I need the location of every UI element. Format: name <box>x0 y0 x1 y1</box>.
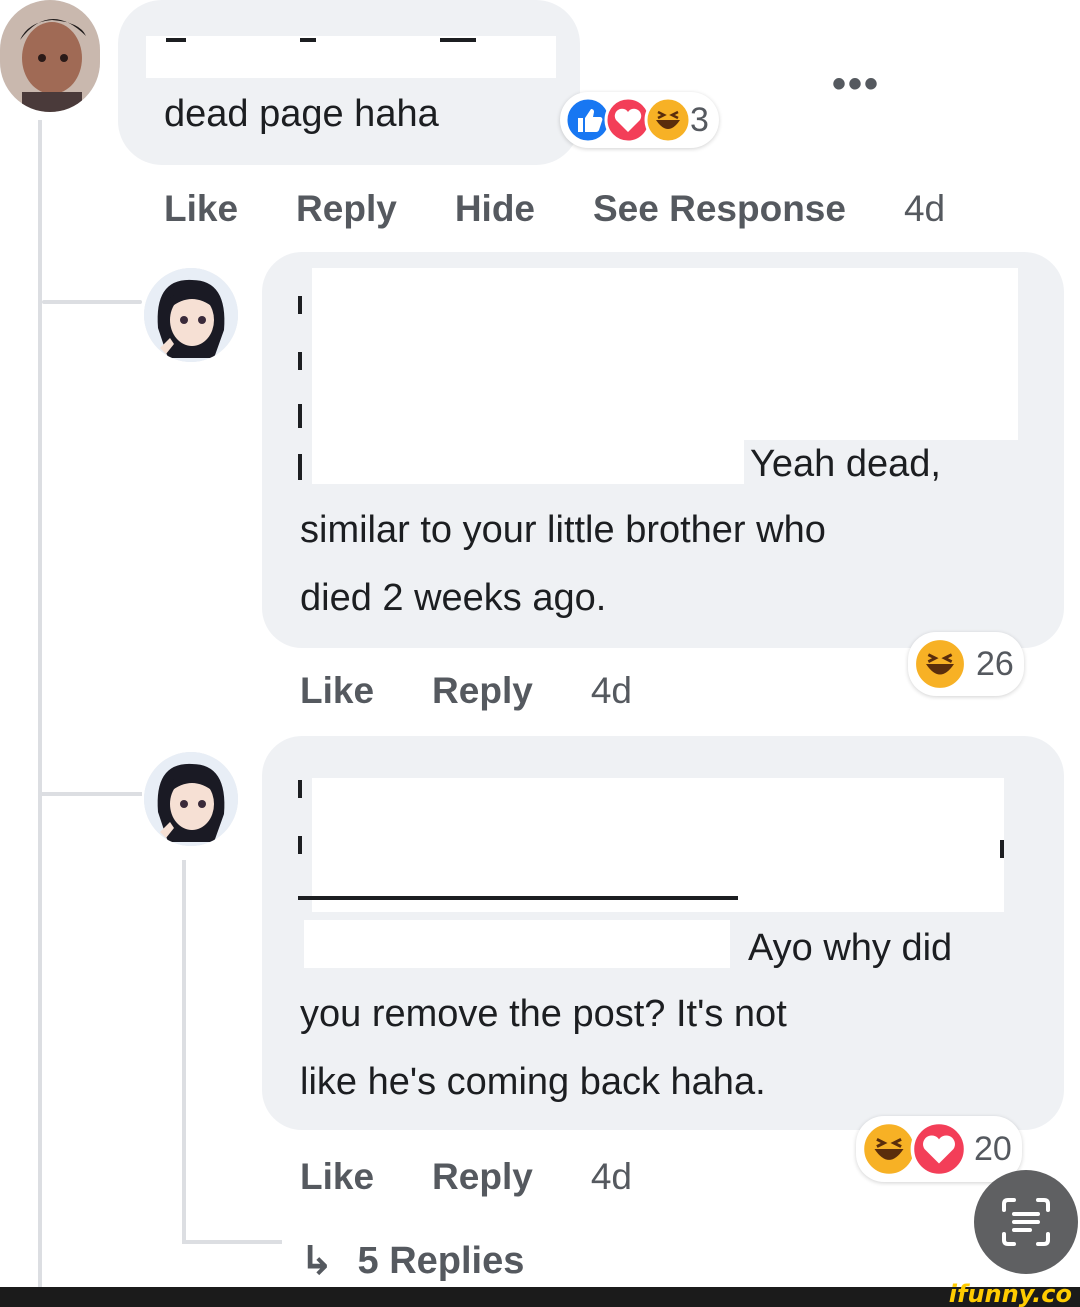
redacted-fragment <box>298 454 302 480</box>
redacted-fragment <box>298 780 302 798</box>
comment-text-line: like he's coming back haha. <box>300 1061 766 1103</box>
thread-branch-replies <box>182 1240 282 1244</box>
avatar[interactable] <box>0 0 100 112</box>
comment-bubble-1 <box>118 0 580 165</box>
haha-icon <box>912 636 968 692</box>
avatar[interactable] <box>144 752 238 846</box>
redacted-fragment <box>298 836 302 854</box>
hide-button[interactable]: Hide <box>455 188 535 230</box>
haha-icon <box>644 96 692 144</box>
like-button[interactable]: Like <box>300 670 374 712</box>
comment-actions-1: Like Reply Hide See Response 4d <box>164 188 945 230</box>
redacted-fragment <box>166 38 186 42</box>
comment-text-line: Ayo why did <box>748 927 953 969</box>
replies-count-label: 5 Replies <box>357 1239 525 1282</box>
comment-text-1: dead page haha <box>164 93 439 135</box>
avatar[interactable] <box>144 268 238 362</box>
redacted-name <box>146 36 556 78</box>
redacted-quote <box>312 778 1004 912</box>
thread-line-nested <box>182 860 186 1240</box>
love-icon <box>910 1120 968 1178</box>
redacted-fragment <box>298 404 302 428</box>
comment-text-line: died 2 weeks ago. <box>300 577 607 619</box>
reaction-summary-2[interactable]: 26 <box>908 632 1024 696</box>
timestamp[interactable]: 4d <box>591 1156 632 1198</box>
comment-text-line: similar to your little brother who <box>300 509 826 551</box>
comment-text-line: Yeah dead, <box>750 443 941 485</box>
redacted-quote <box>304 920 730 968</box>
watermark-logo: ifunny.co <box>948 1280 1072 1307</box>
reaction-count: 26 <box>976 644 1014 683</box>
thread-line <box>38 120 42 1287</box>
avatar-photo <box>0 0 100 112</box>
like-button[interactable]: Like <box>300 1156 374 1198</box>
see-response-button[interactable]: See Response <box>593 188 846 230</box>
reply-button[interactable]: Reply <box>296 188 397 230</box>
more-options-icon[interactable]: ••• <box>832 62 880 107</box>
redacted-fragment <box>298 352 302 370</box>
reaction-count: 20 <box>974 1129 1012 1168</box>
text-scan-icon <box>1002 1198 1050 1246</box>
redacted-fragment <box>1000 840 1004 858</box>
redacted-fragment <box>298 896 738 900</box>
footer-bar <box>0 1287 1080 1307</box>
view-replies-link[interactable]: ↳ 5 Replies <box>300 1238 524 1284</box>
redacted-fragment <box>440 38 476 42</box>
redacted-quote <box>312 440 744 484</box>
translate-button[interactable] <box>974 1170 1078 1274</box>
timestamp[interactable]: 4d <box>591 670 632 712</box>
thread-branch-2 <box>42 792 142 796</box>
reply-arrow-icon: ↳ <box>300 1239 334 1283</box>
reply-button[interactable]: Reply <box>432 1156 533 1198</box>
redacted-quote <box>312 268 1018 440</box>
timestamp[interactable]: 4d <box>904 188 945 230</box>
avatar-anime <box>144 752 238 846</box>
comment-actions-3: Like Reply 4d <box>300 1156 632 1198</box>
like-button[interactable]: Like <box>164 188 238 230</box>
avatar-anime <box>144 268 238 362</box>
reaction-summary-3[interactable]: 20 <box>856 1116 1022 1182</box>
redacted-fragment <box>298 296 302 314</box>
redacted-fragment <box>300 38 316 42</box>
comment-text-line: you remove the post? It's not <box>300 993 787 1035</box>
reply-button[interactable]: Reply <box>432 670 533 712</box>
reaction-summary-1[interactable]: 3 <box>560 92 719 148</box>
comment-actions-2: Like Reply 4d <box>300 670 632 712</box>
reaction-count: 3 <box>690 100 709 139</box>
thread-branch-1 <box>42 300 142 304</box>
